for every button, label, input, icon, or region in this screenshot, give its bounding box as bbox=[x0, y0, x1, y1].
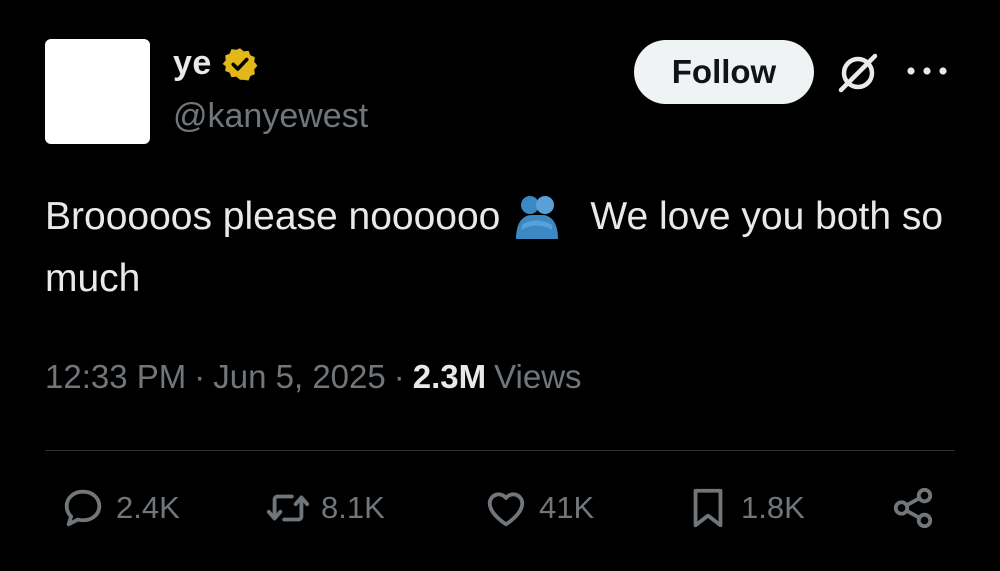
tweet-date[interactable]: Jun 5, 2025 bbox=[213, 358, 385, 396]
bookmark-icon bbox=[693, 488, 723, 528]
more-options-icon[interactable] bbox=[902, 56, 952, 86]
author-name-row: ye bbox=[173, 44, 258, 83]
retweet-button[interactable]: 8.1K bbox=[265, 485, 385, 531]
author-display-name[interactable]: ye bbox=[173, 44, 212, 83]
meta-separator: · bbox=[194, 358, 206, 395]
bookmark-count: 1.8K bbox=[741, 490, 805, 525]
retweet-icon bbox=[266, 494, 310, 522]
verified-badge-icon bbox=[222, 47, 258, 80]
tweet-meta: 12:33 PM · Jun 5, 2025 · 2.3M Views bbox=[45, 358, 582, 396]
reply-button[interactable]: 2.4K bbox=[60, 485, 180, 531]
views-count: 2.3M bbox=[412, 358, 487, 395]
people-hugging-emoji bbox=[516, 196, 559, 239]
tweet-time[interactable]: 12:33 PM bbox=[45, 358, 186, 396]
like-button[interactable]: 41K bbox=[483, 485, 594, 531]
grok-icon[interactable] bbox=[835, 50, 881, 96]
action-bar: 2.4K 8.1K 41K 1.8K bbox=[0, 485, 1000, 545]
share-icon bbox=[893, 487, 933, 529]
reply-count: 2.4K bbox=[116, 490, 180, 525]
avatar[interactable] bbox=[45, 39, 150, 144]
views-label: Views bbox=[494, 358, 582, 395]
tweet-text: Brooooos please noooooo We love you both… bbox=[45, 186, 945, 310]
retweet-count: 8.1K bbox=[321, 490, 385, 525]
bookmark-button[interactable]: 1.8K bbox=[685, 485, 805, 531]
share-button[interactable] bbox=[890, 485, 936, 531]
reply-icon bbox=[64, 489, 102, 527]
meta-separator: · bbox=[393, 358, 405, 395]
author-handle[interactable]: @kanyewest bbox=[173, 97, 368, 136]
follow-button[interactable]: Follow bbox=[634, 40, 814, 104]
tweet-text-part1: Brooooos please noooooo bbox=[45, 195, 501, 238]
like-icon bbox=[487, 492, 525, 527]
divider bbox=[45, 450, 955, 451]
like-count: 41K bbox=[539, 490, 595, 525]
